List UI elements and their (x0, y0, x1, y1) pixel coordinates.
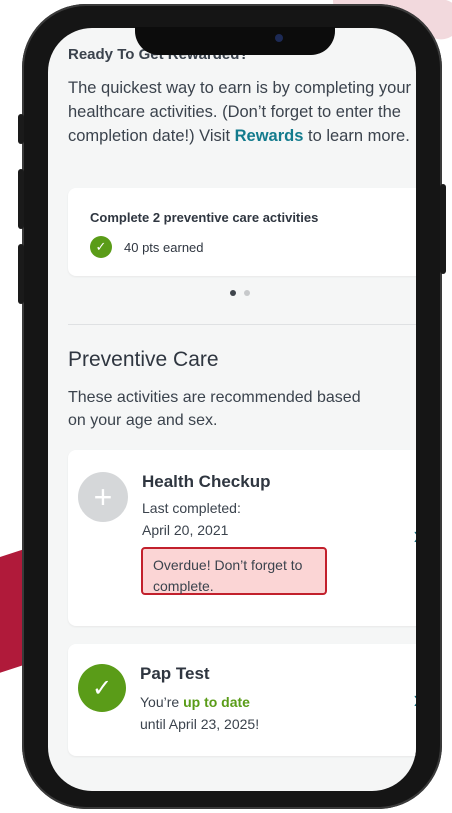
section-subtitle: These activities are recommended based o… (68, 389, 361, 429)
rewards-carousel-card[interactable]: Complete 2 preventive care activities ✓ … (68, 188, 416, 276)
activity-title: Health Checkup (142, 472, 271, 491)
status-badge: up to date (183, 694, 250, 710)
rewards-text-end: to learn more. (303, 127, 410, 145)
points-earned: 40 pts earned (124, 239, 204, 255)
rewards-description: The quickest way to earn is by completin… (68, 76, 416, 148)
check-icon: ✓ (78, 664, 126, 712)
phone-button (18, 169, 24, 229)
app-screen: Ready To Get Rewarded? The quickest way … (48, 28, 416, 791)
carousel-pagination (230, 290, 250, 296)
activity-title: Pap Test (140, 664, 210, 683)
status-date: until April 23, 2025! (140, 716, 260, 732)
phone-notch (135, 27, 335, 55)
status-line: You’re up to date (140, 694, 250, 710)
activity-card-health-checkup[interactable]: + Health Checkup Last completed: April 2… (68, 450, 416, 626)
rewards-link[interactable]: Rewards (235, 127, 304, 145)
plus-icon: + (78, 472, 128, 522)
last-completed-date: April 20, 2021 (142, 522, 229, 538)
last-completed-label: Last completed: (142, 500, 241, 516)
page-content: Ready To Get Rewarded? The quickest way … (68, 46, 416, 756)
phone-button (440, 184, 446, 274)
section-title: Preventive Care (68, 348, 219, 371)
reward-points: ✓ 40 pts earned (90, 236, 204, 258)
status-prefix: You’re (140, 694, 184, 710)
phone-button (18, 244, 24, 304)
carousel-dot[interactable] (244, 290, 250, 296)
camera-icon (275, 34, 283, 42)
activity-card-pap-test[interactable]: ✓ Pap Test You’re up to date until April… (68, 644, 416, 756)
chevron-right-icon[interactable]: › (413, 520, 416, 551)
section-divider (68, 324, 416, 325)
chevron-right-icon[interactable]: › (413, 684, 416, 715)
carousel-dot-active[interactable] (230, 290, 236, 296)
check-icon: ✓ (90, 236, 112, 258)
overdue-alert: Overdue! Don’t forget to complete. (141, 547, 327, 595)
reward-activity-title: Complete 2 preventive care activities (90, 210, 319, 225)
phone-button (18, 114, 24, 144)
